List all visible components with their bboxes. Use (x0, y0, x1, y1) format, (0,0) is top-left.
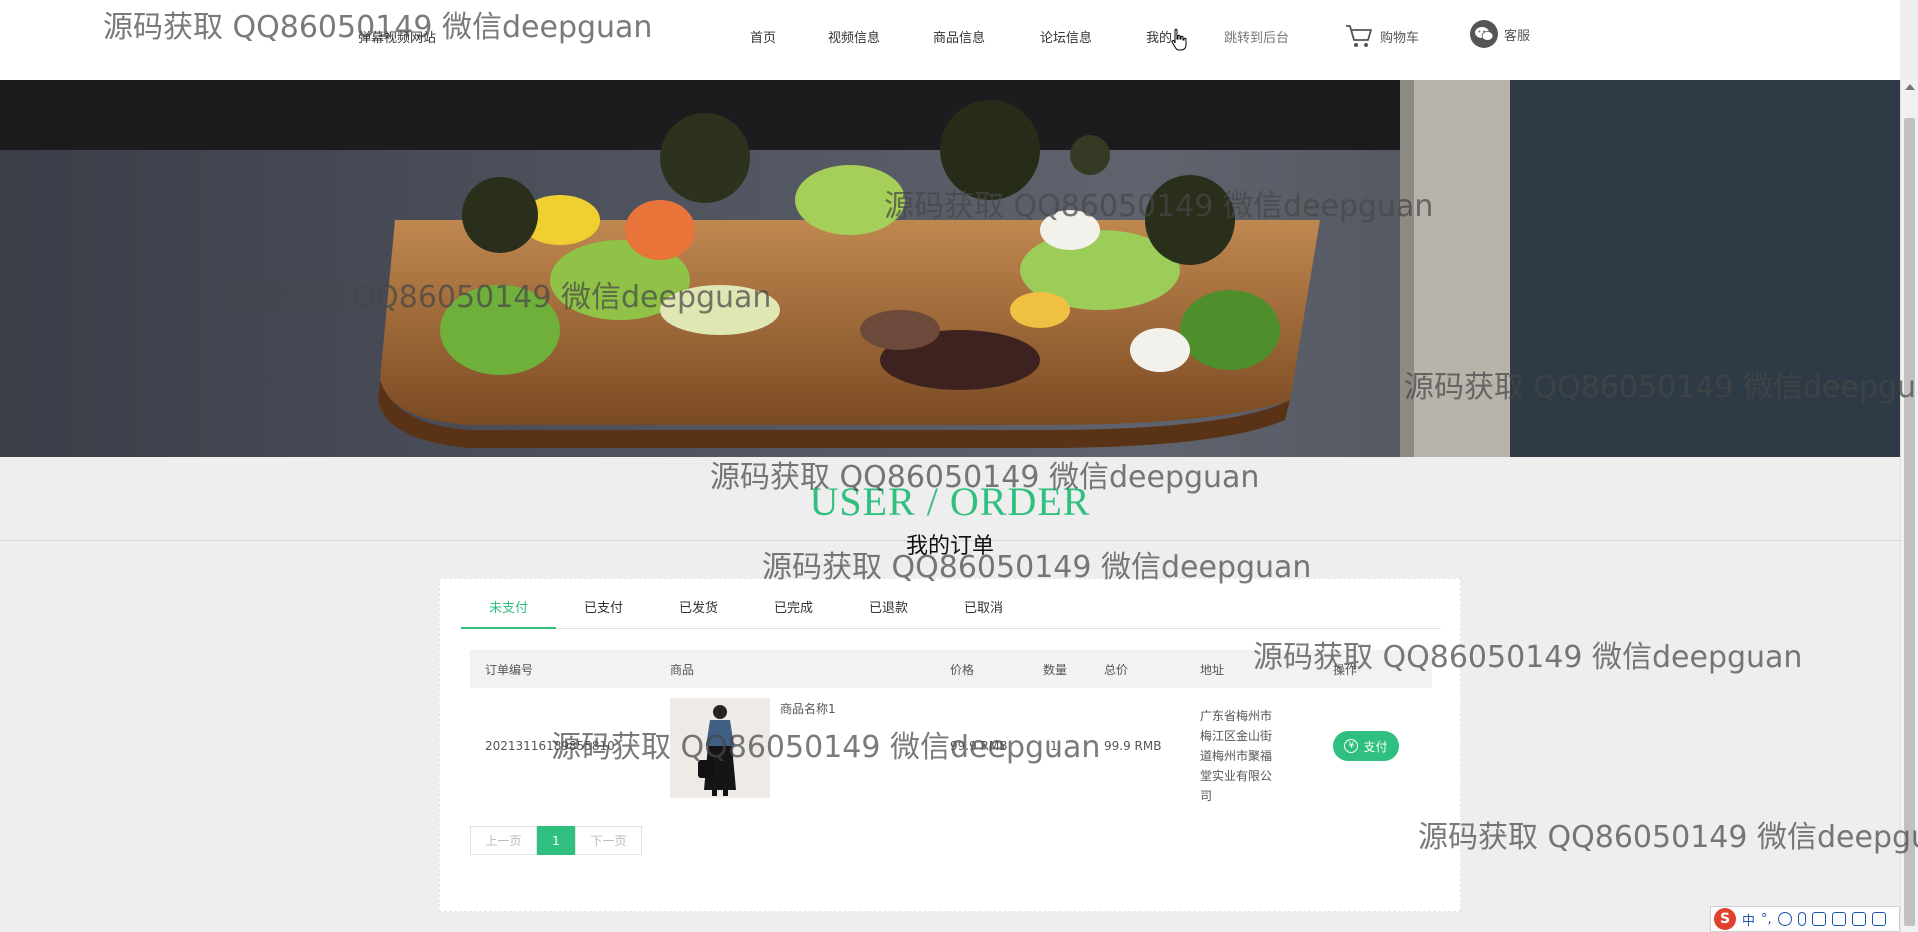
menu-icon[interactable] (1871, 912, 1886, 926)
tab-unpaid[interactable]: 未支付 (461, 597, 556, 629)
total-price: 99.9 RMB (1104, 739, 1162, 753)
site-name[interactable]: 弹幕视频网站 (358, 27, 436, 46)
hand-cursor-icon (1171, 28, 1187, 51)
emoji-icon[interactable] (1777, 912, 1792, 926)
tab-cancelled[interactable]: 已取消 (936, 597, 1031, 629)
next-page-button[interactable]: 下一页 (575, 826, 642, 855)
col-total: 总价 (1104, 663, 1129, 677)
scroll-thumb[interactable] (1904, 118, 1915, 926)
col-product: 商品 (670, 663, 695, 677)
page-title-en: USER / ORDER (809, 479, 1091, 524)
pagination: 上一页 1 下一页 (470, 826, 642, 855)
table-header: 订单编号 商品 价格 数量 总价 地址 操作 (470, 650, 1432, 688)
page-title-cn: 我的订单 (905, 534, 994, 559)
top-header: 弹幕视频网站 首页 视频信息 商品信息 论坛信息 我的 跳转到后台 购物车 客服 (0, 0, 1900, 80)
tab-shipped[interactable]: 已发货 (651, 597, 746, 629)
product-name[interactable]: 商品名称1 (780, 700, 836, 717)
nav-admin[interactable]: 跳转到后台 (1224, 27, 1289, 46)
toolbox-icon[interactable] (1831, 912, 1846, 926)
col-order-no: 订单编号 (485, 663, 534, 677)
quantity: 1 (1050, 739, 1058, 753)
current-page[interactable]: 1 (537, 826, 575, 855)
skin-icon[interactable] (1851, 912, 1866, 926)
order-status-tabs: 未支付 已支付 已发货 已完成 已退款 已取消 (461, 597, 1441, 629)
nav-videos[interactable]: 视频信息 (828, 27, 880, 46)
pay-button-label: 支付 (1363, 739, 1388, 754)
banner-image (0, 80, 1900, 457)
nav-forum[interactable]: 论坛信息 (1040, 27, 1092, 46)
microphone-icon[interactable] (1797, 912, 1806, 926)
col-action: 操作 (1333, 663, 1358, 677)
col-quantity: 数量 (1043, 663, 1068, 677)
page-scrollbar[interactable] (1900, 80, 1918, 932)
orders-panel: 未支付 已支付 已发货 已完成 已退款 已取消 订单编号 商品 价格 数量 总价… (439, 578, 1461, 912)
col-price: 价格 (950, 663, 975, 677)
nav-products[interactable]: 商品信息 (933, 27, 985, 46)
product-image[interactable] (670, 698, 770, 798)
yen-icon: ¥ (1344, 739, 1359, 753)
order-number: 20213116189855810 (485, 739, 615, 753)
scroll-up-icon[interactable] (1905, 84, 1915, 90)
table-row: 20213116189855810 商品名称1 99.9 RMB 1 99.9 … (470, 688, 1432, 806)
wechat-icon (1470, 20, 1498, 48)
nav-home[interactable]: 首页 (750, 27, 776, 46)
prev-page-button[interactable]: 上一页 (470, 826, 537, 855)
keyboard-icon[interactable] (1811, 912, 1826, 926)
service-link[interactable]: 客服 (1470, 20, 1530, 48)
tab-paid[interactable]: 已支付 (556, 597, 651, 629)
shipping-address: 广东省梅州市梅江区金山街道梅州市聚福堂实业有限公司 (1200, 709, 1273, 803)
cart-icon (1346, 25, 1372, 47)
ime-mode[interactable]: 中 (1742, 910, 1755, 929)
cart-label: 购物车 (1380, 30, 1420, 46)
watermark: 源码获取 QQ86050149 微信deepguan (1418, 820, 1918, 855)
tab-refunded[interactable]: 已退款 (841, 597, 936, 629)
nav-mine[interactable]: 我的 (1146, 27, 1172, 46)
ime-toolbar[interactable]: S 中 °, (1710, 906, 1900, 932)
tab-completed[interactable]: 已完成 (746, 597, 841, 629)
sogou-logo-icon[interactable]: S (1714, 908, 1736, 930)
service-label: 客服 (1504, 28, 1531, 44)
pay-button[interactable]: ¥ 支付 (1333, 731, 1399, 761)
punctuation-icon[interactable]: °, (1761, 912, 1772, 927)
col-address: 地址 (1200, 663, 1225, 677)
cart-link[interactable]: 购物车 (1344, 22, 1419, 50)
price: 99.9 RMB (950, 739, 1008, 753)
